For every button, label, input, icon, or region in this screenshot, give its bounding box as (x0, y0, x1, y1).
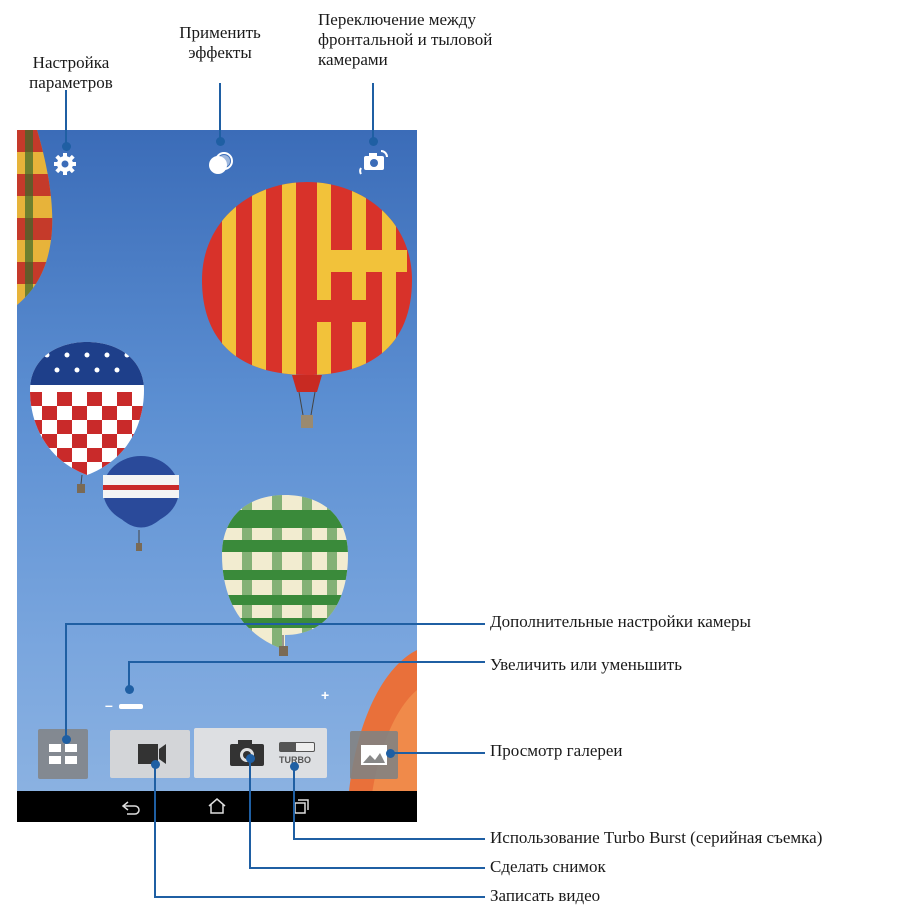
red-balloon (202, 182, 412, 428)
callout-dot-settings (61, 141, 71, 151)
camera-preview (17, 130, 417, 822)
video-camera-icon (138, 744, 166, 764)
zoom-handle[interactable] (119, 704, 143, 709)
callout-dot-advanced (61, 734, 71, 744)
callout-zoom: Увеличить или уменьшить (490, 655, 682, 674)
callout-advanced-settings: Дополнительные настройки камеры (490, 612, 751, 631)
callout-dot-gallery (385, 748, 395, 758)
callout-dot-switch (368, 136, 378, 146)
home-icon[interactable] (208, 798, 226, 814)
callout-gallery: Просмотр галереи (490, 741, 623, 760)
record-video-button[interactable] (110, 730, 190, 778)
callout-line-switch (372, 83, 374, 141)
callout-turbo-burst: Использование Turbo Burst (серийная съем… (490, 828, 823, 847)
recent-apps-icon[interactable] (294, 799, 309, 814)
turbo-toggle[interactable] (279, 742, 315, 752)
callout-record-video: Записать видео (490, 886, 601, 905)
callout-line-gallery (390, 752, 485, 754)
callout-line-turbo-h (293, 838, 485, 840)
callout-line-advanced-v (65, 623, 67, 739)
callout-settings: Настройка параметров (29, 53, 113, 92)
callout-dot-photo (245, 753, 255, 763)
callout-line-turbo (293, 766, 295, 839)
callout-line-advanced (65, 623, 485, 625)
camera-icon (230, 740, 264, 766)
callout-line-photo (249, 758, 251, 868)
navigation-bar (17, 791, 417, 822)
callout-line-settings (65, 90, 67, 146)
switch-camera-icon[interactable] (359, 148, 389, 176)
camera-screen: – + TURBO (17, 130, 417, 822)
gear-icon[interactable] (53, 152, 77, 176)
callout-dot-effects (215, 136, 225, 146)
callout-line-effects (219, 83, 221, 141)
callout-take-photo: Сделать снимок (490, 857, 606, 876)
back-icon[interactable] (121, 801, 140, 815)
callout-dot-turbo (289, 761, 299, 771)
left-balloon (17, 130, 53, 305)
callout-dot-zoom (124, 684, 134, 694)
green-balloon (222, 495, 348, 656)
blue-balloon (103, 456, 179, 551)
callout-line-video (154, 764, 156, 897)
callout-switch-camera: Переключение между фронтальной и тыловой… (318, 10, 493, 69)
zoom-in-icon[interactable]: + (321, 687, 329, 703)
take-photo-button[interactable]: TURBO (194, 728, 327, 778)
callout-effects: Применить эффекты (179, 23, 261, 62)
zoom-out-icon[interactable]: – (105, 697, 113, 713)
zoom-slider[interactable]: – + (105, 687, 335, 714)
callout-dot-video (150, 759, 160, 769)
callout-line-video-h (154, 896, 485, 898)
effects-icon[interactable] (207, 150, 235, 178)
callout-line-zoom (128, 661, 485, 663)
callout-line-photo-h (249, 867, 485, 869)
